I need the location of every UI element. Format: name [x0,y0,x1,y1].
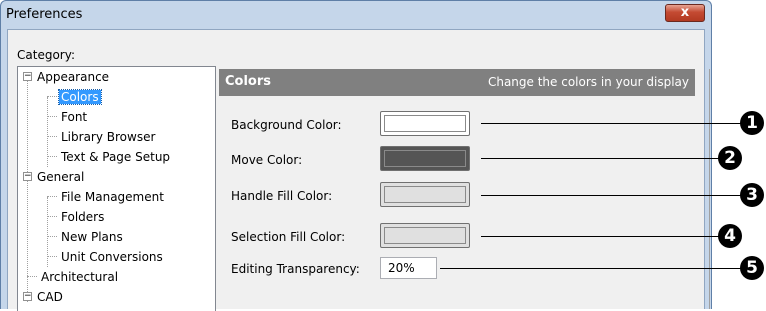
background-color-button[interactable] [380,111,470,136]
color-swatch [384,227,466,244]
tree-item-text-page-setup[interactable]: Text & Page Setup [59,147,172,167]
handle-fill-color-button[interactable] [380,182,470,207]
tree-connector [47,256,57,257]
tree-connector [47,156,57,157]
move-color-label: Move Color: [231,153,303,167]
close-icon: x [680,5,690,20]
callout-1: 1 [740,111,764,135]
tree-item-label: Library Browser [61,130,156,144]
panel-title: Colors [225,74,272,89]
tree-item-cad[interactable]: CAD [35,287,65,307]
selection-fill-color-label: Selection Fill Color: [231,230,346,244]
panel-divider [709,69,710,309]
handle-fill-color-label: Handle Fill Color: [231,189,333,203]
callout-line [481,123,741,124]
editing-transparency-input[interactable]: 20% [380,257,437,279]
tree-connector [47,196,57,197]
color-swatch [384,115,466,132]
move-color-button[interactable] [380,146,470,171]
callout-5: 5 [740,256,764,280]
close-button[interactable]: x [665,4,705,22]
tree-item-label: Architectural [41,270,119,284]
category-tree[interactable]: − Appearance Colors Font Library Browser… [17,66,216,311]
tree-item-label: Colors [58,89,102,105]
tree-item-label: New Plans [61,230,123,244]
tree-connector [47,236,57,237]
color-swatch [384,150,466,167]
tree-connector [27,276,37,277]
window-title: Preferences [6,7,83,22]
callout-4: 4 [718,224,742,248]
tree-connector [47,116,57,117]
callout-2: 2 [718,146,742,170]
tree-item-new-plans[interactable]: New Plans [59,227,125,247]
tree-item-label: File Management [61,190,164,204]
background-color-label: Background Color: [231,118,342,132]
panel-header: Colors Change the colors in your display [219,69,695,96]
tree-item-library-browser[interactable]: Library Browser [59,127,157,147]
tree-item-general[interactable]: General [35,167,86,187]
editing-transparency-label: Editing Transparency: [231,262,360,276]
tree-connector-root [27,81,28,302]
tree-connector [47,216,57,217]
tree-item-label: Appearance [37,70,110,84]
category-label: Category: [17,48,75,62]
panel-subtitle: Change the colors in your display [487,75,689,89]
collapse-icon[interactable]: − [23,292,32,301]
selection-fill-color-button[interactable] [380,223,470,248]
tree-item-label: General [37,170,85,184]
callout-line [481,158,719,159]
tree-item-folders[interactable]: Folders [59,207,106,227]
tree-item-file-management[interactable]: File Management [59,187,166,207]
color-swatch [384,186,466,203]
tree-connector [47,96,57,97]
callout-line [440,268,741,269]
collapse-icon[interactable]: − [23,72,32,81]
tree-item-font[interactable]: Font [59,107,89,127]
callout-3: 3 [740,183,764,207]
tree-connector [47,136,57,137]
callout-line [481,236,719,237]
tree-item-appearance[interactable]: Appearance [35,67,111,87]
collapse-icon[interactable]: − [23,172,32,181]
tree-item-label: Folders [61,210,105,224]
tree-item-label: Text & Page Setup [61,150,171,164]
tree-item-colors[interactable]: Colors [58,87,102,107]
callout-line [481,195,741,196]
tree-item-label: Unit Conversions [61,250,163,264]
tree-item-label: Font [61,110,88,124]
tree-item-architectural[interactable]: Architectural [39,267,120,287]
tree-item-unit-conversions[interactable]: Unit Conversions [59,247,165,267]
title-bar[interactable]: Preferences x [1,1,711,29]
tree-item-label: CAD [37,290,63,304]
